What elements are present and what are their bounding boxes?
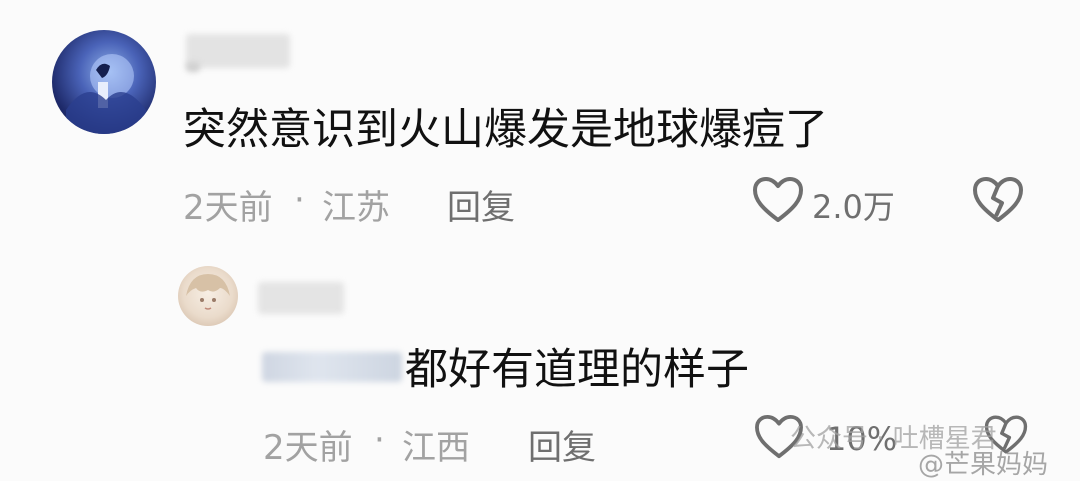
reply-button[interactable]: 回复 <box>528 420 596 469</box>
like-count: 2.0万 <box>812 188 895 226</box>
avatar-face-icon <box>186 274 230 310</box>
mention-redacted <box>262 352 402 382</box>
comment-location: 江苏 <box>322 188 390 228</box>
meta-separator: · <box>374 420 385 460</box>
comment-text: 突然意识到火山爆发是地球爆痘了 <box>183 105 828 155</box>
username-redacted <box>258 282 344 314</box>
avatar-figure-icon <box>66 54 146 134</box>
broken-heart-icon[interactable] <box>972 176 1024 224</box>
weibo-watermark: @芒果妈妈 <box>918 450 1049 480</box>
comment-time: 2天前 <box>183 188 273 228</box>
meta-separator: · <box>294 180 305 220</box>
avatar[interactable] <box>178 266 238 326</box>
comment-text: 都好有道理的样子 <box>405 345 749 395</box>
comment-time: 2天前 <box>263 428 353 468</box>
reply-button[interactable]: 回复 <box>447 180 515 229</box>
username-redacted-dot <box>186 62 200 72</box>
comment-location: 江西 <box>402 428 470 468</box>
heart-icon[interactable] <box>752 176 804 224</box>
avatar[interactable] <box>52 30 156 134</box>
username-redacted <box>186 34 290 68</box>
